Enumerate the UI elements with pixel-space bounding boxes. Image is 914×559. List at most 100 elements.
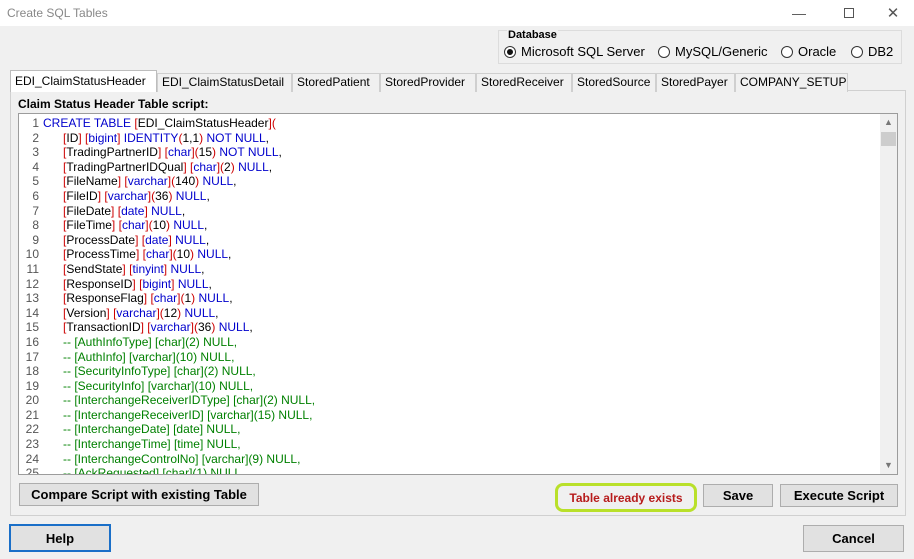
code-line: 14 [Version] [varchar](12) NULL, (19, 306, 879, 321)
code-text: [FileID] [varchar](36) NULL, (63, 188, 210, 203)
code-text: [ResponseFlag] [char](1) NULL, (63, 291, 233, 306)
code-line: 7 [FileDate] [date] NULL, (19, 204, 879, 219)
code-text: [TransactionID] [varchar](36) NULL, (63, 320, 253, 335)
tab-edi-claimstatusheader[interactable]: EDI_ClaimStatusHeader (10, 70, 157, 92)
code-text: -- [SecurityInfo] [varchar](10) NULL, (63, 378, 254, 393)
line-number: 6 (32, 188, 39, 203)
scroll-up-icon[interactable]: ▲ (880, 114, 897, 131)
maximize-button[interactable] (826, 0, 872, 26)
tab-company-setup[interactable]: COMPANY_SETUP (735, 73, 848, 92)
line-number: 8 (32, 218, 39, 233)
line-number: 18 (25, 364, 39, 379)
code-line: 25 -- [AckRequested] [char](1) NULL, (19, 466, 879, 475)
line-number: 21 (25, 407, 39, 422)
line-number: 9 (32, 232, 39, 247)
code-text: [SendState] [tinyint] NULL, (63, 261, 205, 276)
code-text: -- [InterchangeDate] [date] NULL, (63, 422, 241, 437)
code-text: -- [AckRequested] [char](1) NULL, (63, 466, 245, 475)
sql-script-editor[interactable]: 1 CREATE TABLE [EDI_ClaimStatusHeader](2 … (18, 113, 898, 475)
code-line: 13 [ResponseFlag] [char](1) NULL, (19, 291, 879, 306)
line-number: 20 (25, 393, 39, 408)
minimize-button[interactable]: — (776, 0, 822, 26)
execute-script-button[interactable]: Execute Script (780, 484, 898, 507)
code-line: 4 [TradingPartnerIDQual] [char](2) NULL, (19, 160, 879, 175)
code-line: 19 -- [SecurityInfo] [varchar](10) NULL, (19, 379, 879, 394)
code-line: 18 -- [SecurityInfoType] [char](2) NULL, (19, 364, 879, 379)
tab-storedsource[interactable]: StoredSource (572, 73, 656, 92)
radio-db2-indicator[interactable] (851, 45, 863, 58)
code-line: 5 [FileName] [varchar](140) NULL, (19, 174, 879, 189)
close-icon: ✕ (886, 5, 900, 22)
radio-mssql-indicator[interactable] (504, 45, 516, 58)
line-number: 17 (25, 349, 39, 364)
tab-storedpatient[interactable]: StoredPatient (292, 73, 380, 92)
script-label: Claim Status Header Table script: (18, 97, 209, 111)
radio-mysql-indicator[interactable] (658, 45, 670, 58)
code-text: [FileTime] [char](10) NULL, (63, 218, 208, 233)
code-text: [FileName] [varchar](140) NULL, (63, 174, 237, 189)
code-text: -- [InterchangeTime] [time] NULL, (63, 437, 241, 452)
scroll-thumb[interactable] (881, 132, 896, 146)
radio-oracle-label: Oracle (798, 44, 837, 59)
radio-db2[interactable]: DB2 (851, 44, 893, 59)
tab-storedprovider[interactable]: StoredProvider (380, 73, 476, 92)
cancel-button[interactable]: Cancel (803, 525, 904, 552)
code-line: 8 [FileTime] [char](10) NULL, (19, 218, 879, 233)
radio-oracle-indicator[interactable] (781, 45, 793, 58)
code-text: CREATE TABLE [EDI_ClaimStatusHeader]( (43, 116, 276, 130)
code-line: 3 [TradingPartnerID] [char](15) NOT NULL… (19, 145, 879, 160)
code-text: [TradingPartnerIDQual] [char](2) NULL, (63, 159, 273, 174)
line-number: 4 (32, 159, 39, 174)
radio-oracle[interactable]: Oracle (781, 44, 836, 59)
line-number: 19 (25, 378, 39, 393)
help-button[interactable]: Help (9, 524, 111, 552)
line-number: 10 (25, 247, 39, 262)
code-line: 9 [ProcessDate] [date] NULL, (19, 233, 879, 248)
radio-mssql-label: Microsoft SQL Server (521, 44, 645, 59)
code-text: -- [AuthInfo] [varchar](10) NULL, (63, 349, 235, 364)
radio-mssql[interactable]: Microsoft SQL Server (504, 44, 645, 59)
code-line: 15 [TransactionID] [varchar](36) NULL, (19, 320, 879, 335)
code-lines: 1 CREATE TABLE [EDI_ClaimStatusHeader](2 … (19, 116, 879, 475)
line-number: 14 (25, 305, 39, 320)
editor-vertical-scrollbar[interactable]: ▲ ▼ (880, 114, 897, 474)
code-line: 17 -- [AuthInfo] [varchar](10) NULL, (19, 350, 879, 365)
tab-storedreceiver[interactable]: StoredReceiver (476, 73, 572, 92)
scroll-down-icon[interactable]: ▼ (880, 457, 897, 474)
code-text: [ID] [bigint] IDENTITY(1,1) NOT NULL, (63, 130, 269, 145)
maximize-icon (844, 8, 854, 18)
line-number: 3 (32, 145, 39, 160)
create-sql-tables-window: Create SQL Tables — ✕ Database Microsoft… (0, 0, 914, 559)
code-line: 11 [SendState] [tinyint] NULL, (19, 262, 879, 277)
code-text: [ResponseID] [bigint] NULL, (63, 276, 212, 291)
code-line: 1 CREATE TABLE [EDI_ClaimStatusHeader]( (19, 116, 879, 131)
code-text: -- [InterchangeReceiverID] [varchar](15)… (63, 407, 313, 422)
minimize-icon: — (792, 5, 806, 21)
save-button[interactable]: Save (703, 484, 773, 507)
code-text: -- [AuthInfoType] [char](2) NULL, (63, 334, 238, 349)
code-line: 20 -- [InterchangeReceiverIDType] [char]… (19, 393, 879, 408)
radio-mysql[interactable]: MySQL/Generic (658, 44, 767, 59)
code-line: 23 -- [InterchangeTime] [time] NULL, (19, 437, 879, 452)
code-line: 2 [ID] [bigint] IDENTITY(1,1) NOT NULL, (19, 131, 879, 146)
code-text: [ProcessTime] [char](10) NULL, (63, 247, 232, 262)
compare-script-button[interactable]: Compare Script with existing Table (19, 483, 259, 506)
tab-edi-claimstatusdetail[interactable]: EDI_ClaimStatusDetail (157, 73, 292, 92)
code-text: [Version] [varchar](12) NULL, (63, 305, 219, 320)
line-number: 15 (25, 320, 39, 335)
code-line: 22 -- [InterchangeDate] [date] NULL, (19, 422, 879, 437)
code-text: -- [SecurityInfoType] [char](2) NULL, (63, 364, 256, 379)
radio-mysql-label: MySQL/Generic (675, 44, 768, 59)
line-number: 24 (25, 451, 39, 466)
code-line: 16 -- [AuthInfoType] [char](2) NULL, (19, 335, 879, 350)
line-number: 13 (25, 291, 39, 306)
tab-storedpayer[interactable]: StoredPayer (656, 73, 735, 92)
title-bar: Create SQL Tables — ✕ (0, 0, 914, 26)
line-number: 25 (25, 466, 39, 475)
close-button[interactable]: ✕ (870, 0, 914, 26)
status-message: Table already exists (555, 483, 697, 512)
code-line: 12 [ResponseID] [bigint] NULL, (19, 277, 879, 292)
code-text: -- [InterchangeControlNo] [varchar](9) N… (63, 451, 301, 466)
code-text: -- [InterchangeReceiverIDType] [char](2)… (63, 393, 316, 408)
line-number: 23 (25, 437, 39, 452)
